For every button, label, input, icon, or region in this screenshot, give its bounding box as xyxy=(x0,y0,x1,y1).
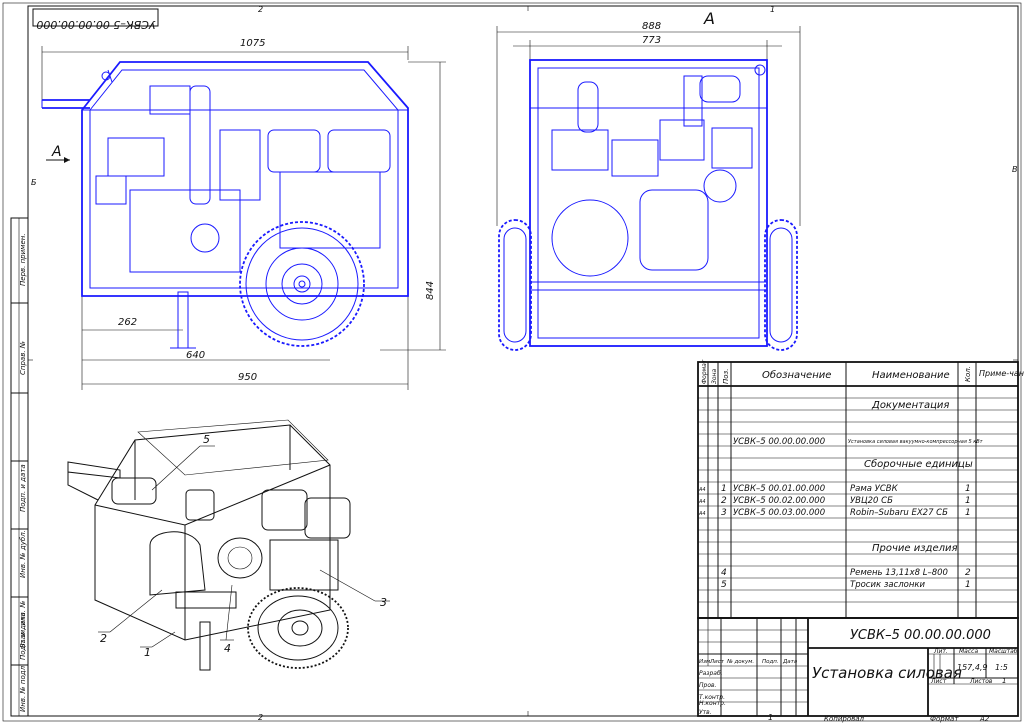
tb-role-approved: Утв. xyxy=(699,709,712,716)
callout-1: 1 xyxy=(144,646,151,659)
tb-sign: Подп. xyxy=(762,659,779,665)
side-label-reference: Справ. № xyxy=(19,341,27,375)
section-label-a: А xyxy=(51,144,62,160)
spec-row4-qty: 2 xyxy=(965,568,971,578)
spec-table: Формат Зона Поз. Обозначение Наименовани… xyxy=(697,359,1024,619)
tb-role-checker: Пров. xyxy=(699,682,717,689)
spec-row2-qty: 1 xyxy=(965,496,971,506)
spec-row3-pos: 3 xyxy=(721,508,727,518)
spec-row5-pos: 5 xyxy=(721,580,727,590)
spec-header-name: Наименование xyxy=(872,370,950,381)
scale-value: 1:5 xyxy=(995,663,1008,672)
tb-list: Лист xyxy=(709,659,725,665)
spec-row1-name: Рама УСВК xyxy=(850,484,899,494)
spec-row1-designation: УСВК–5 00.01.00.000 xyxy=(733,484,825,494)
inner-frame xyxy=(27,5,1019,717)
side-label-dup-inv: Инв. № дубл. xyxy=(19,530,27,578)
title-block: УСВК–5 00.00.00.000 Лит. Масса Масштаб 1… xyxy=(697,617,1019,717)
side-label-first-use: Перв. примен. xyxy=(19,233,27,286)
spec-row2-pos: 2 xyxy=(721,496,727,506)
dim-844: 844 xyxy=(425,281,436,300)
spec-row4-name: Ремень 13,11х8 L–800 xyxy=(850,568,948,578)
spec-header-note: Приме-чание xyxy=(979,369,1024,378)
title-code: УСВК–5 00.00.00.000 xyxy=(850,628,991,643)
spec-row1-pos: 1 xyxy=(721,484,727,494)
side-view: А 888 773 xyxy=(496,9,801,351)
tb-role-developer: Разраб. xyxy=(699,670,723,677)
zone-marks: 2 1 Б В 2 1 xyxy=(28,5,1018,722)
rotated-stamp: УСВК–5 00.00.00.000 xyxy=(32,8,159,31)
rotated-stamp-code: УСВК–5 00.00.00.000 xyxy=(36,18,155,31)
spec-section-documentation: Документация xyxy=(871,400,949,411)
tb-doc-no: № докум. xyxy=(726,659,754,665)
callout-2: 2 xyxy=(100,632,107,645)
spec-row4-pos: 4 xyxy=(721,568,727,578)
spec-header-designation: Обозначение xyxy=(762,369,831,381)
side-column: Перв. примен. Справ. № Подп. и дата Инв.… xyxy=(10,217,29,717)
copied-label: Копировал xyxy=(824,715,865,723)
callout-4: 4 xyxy=(224,642,231,655)
spec-header-format: Формат xyxy=(701,359,708,384)
spec-row5-qty: 1 xyxy=(965,580,971,590)
spec-row2-designation: УСВК–5 00.02.00.000 xyxy=(733,496,825,506)
spec-section-other: Прочие изделия xyxy=(872,543,958,554)
lit-label: Лит. xyxy=(933,648,948,655)
spec-doc-designation: УСВК–5 00.00.00.000 xyxy=(733,437,825,447)
drawing-sheet: 2 1 Б В 2 1 УСВК–5 00.00.00.000 Перв. пр… xyxy=(2,2,1024,723)
dim-640: 640 xyxy=(186,350,205,361)
callout-3: 3 xyxy=(380,596,387,609)
sheets-label: Листов xyxy=(969,678,993,685)
spec-row1-format: А4 xyxy=(698,487,706,493)
format-value: А2 xyxy=(979,715,990,723)
format-label: Формат xyxy=(930,715,959,723)
side-label-orig-inv: Инв. № подл. xyxy=(19,664,27,712)
zone-side-v: В xyxy=(1012,165,1018,174)
zone-bottom-2: 2 xyxy=(258,713,263,722)
zone-top-2: 2 xyxy=(258,5,263,14)
zone-top-1: 1 xyxy=(770,5,775,14)
spec-doc-name: Установка силовая вакуумно-компрессорная… xyxy=(848,439,984,445)
spec-row2-format: А4 xyxy=(698,499,706,505)
spec-row1-qty: 1 xyxy=(965,484,971,494)
view-label-a: А xyxy=(703,9,715,28)
spec-row3-name: Robin–Subaru EX27 СБ xyxy=(850,508,948,518)
spec-row5-name: Тросик заслонки xyxy=(850,580,926,590)
spec-row3-qty: 1 xyxy=(965,508,971,518)
dim-888: 888 xyxy=(642,21,661,32)
spec-row3-format: А4 xyxy=(698,511,706,517)
iso-view: 5 3 2 1 4 xyxy=(67,419,390,671)
dim-950: 950 xyxy=(238,372,257,383)
spec-row2-name: УВЦ20 СБ xyxy=(850,496,893,506)
spec-section-assemblies: Сборочные единицы xyxy=(864,458,973,470)
side-label-sign-date-1: Подп. и дата xyxy=(19,464,27,512)
tb-role-ncontrol: Н.контр. xyxy=(699,700,726,707)
sheets-value: 1 xyxy=(1002,677,1006,685)
title-main: Установка силовая xyxy=(812,664,962,682)
spec-row3-designation: УСВК–5 00.03.00.000 xyxy=(733,508,825,518)
zone-side-b: Б xyxy=(31,178,37,187)
dim-773: 773 xyxy=(642,35,661,46)
tb-date: Дата xyxy=(782,659,798,665)
front-view: 1075 844 262 640 950 А xyxy=(41,38,446,390)
zone-bottom-1: 1 xyxy=(768,713,773,722)
callout-5: 5 xyxy=(203,433,210,446)
spec-header-qty: Кол. xyxy=(964,366,972,382)
mass-label: Масса xyxy=(959,648,978,655)
side-label-sign-date-2: Подп. и дата xyxy=(19,612,27,660)
spec-header-pos: Поз. xyxy=(722,369,730,385)
dim-262: 262 xyxy=(118,317,137,328)
dim-1075: 1075 xyxy=(240,38,265,49)
scale-label: Масштаб xyxy=(989,648,1018,655)
spec-header-zone: Зона xyxy=(711,369,718,384)
